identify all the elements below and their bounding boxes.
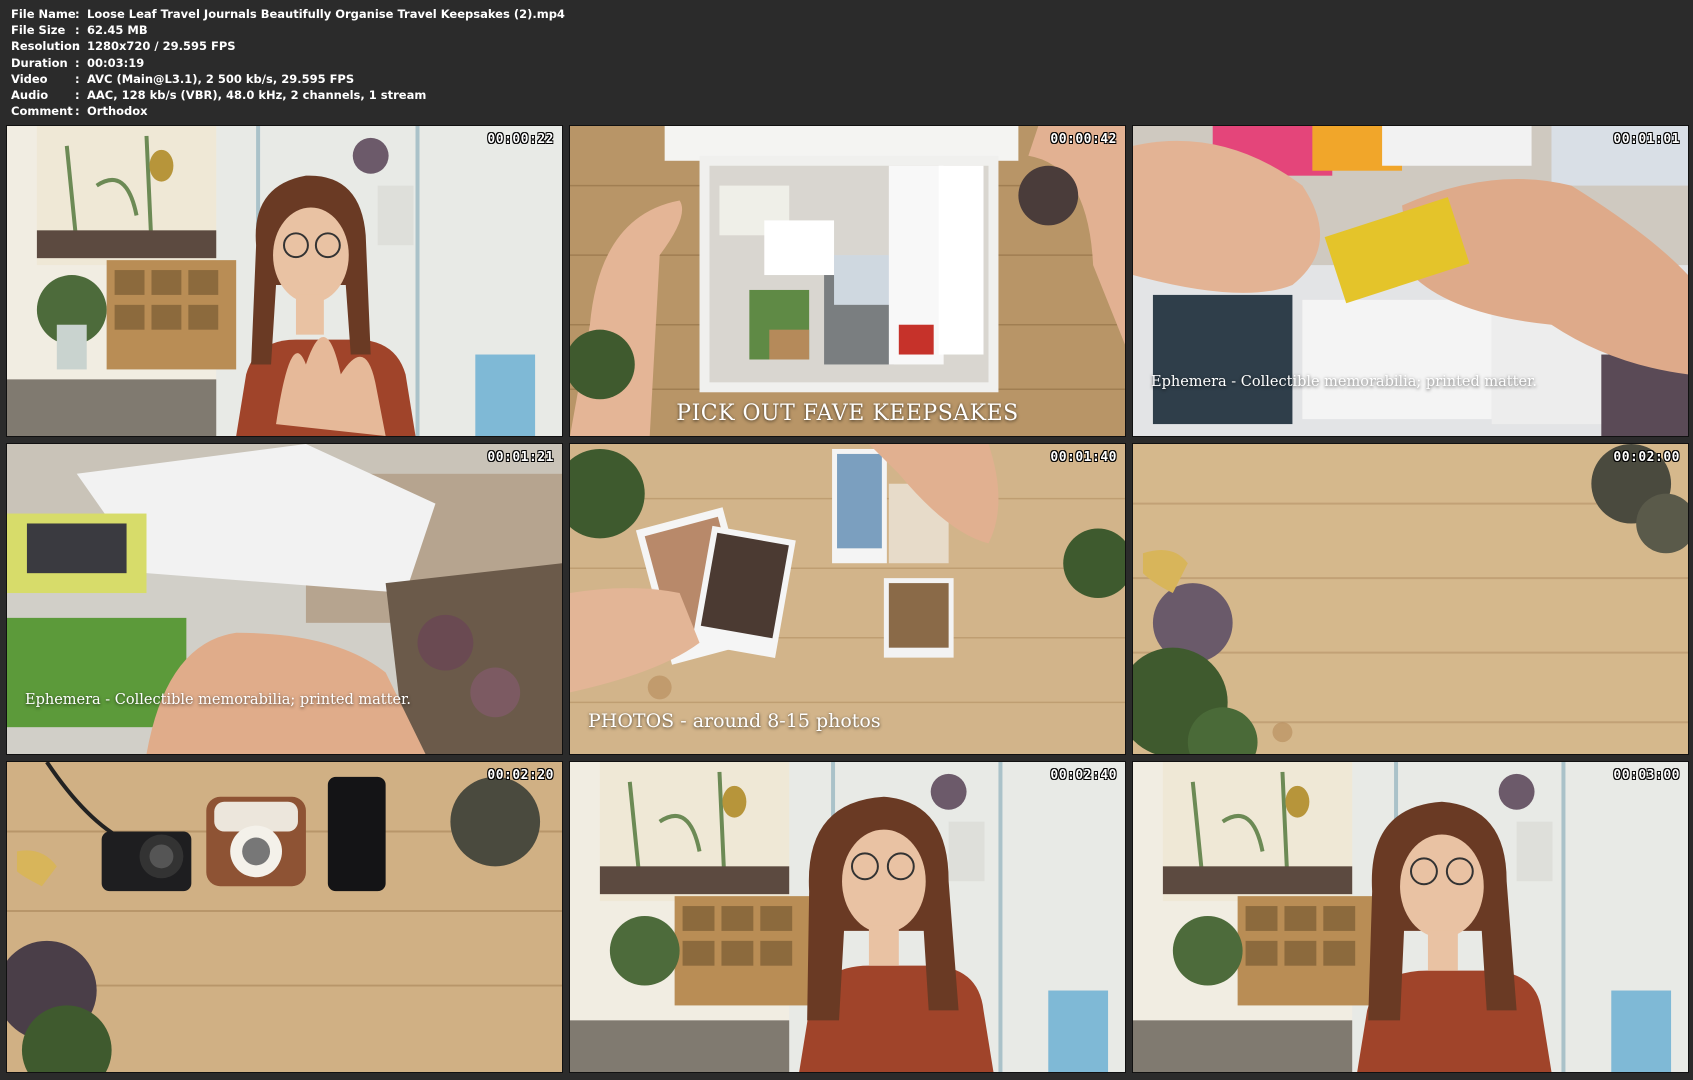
info-sep: :: [75, 88, 80, 103]
info-sep: :: [75, 71, 80, 86]
info-key: File Name: [11, 7, 76, 21]
info-row-duration: Duration : 00:03:19: [11, 55, 565, 71]
info-row-comment: Comment : Orthodox: [11, 103, 565, 119]
info-row-audio: Audio : AAC, 128 kb/s (VBR), 48.0 kHz, 2…: [11, 87, 565, 103]
timestamp: 00:02:40: [1050, 768, 1117, 783]
info-row-filesize: File Size : 62.45 MB: [11, 22, 565, 38]
info-key: Resolution: [11, 39, 81, 54]
timestamp: 00:03:00: [1613, 768, 1680, 783]
timestamp: 00:00:42: [1050, 132, 1117, 147]
info-key: Video: [11, 71, 48, 86]
video-thumbnail[interactable]: 00:00:22: [6, 125, 563, 437]
video-thumbnail[interactable]: PICK OUT FAVE KEEPSAKES 00:00:42: [569, 125, 1126, 437]
info-row-filename: File Name : Loose Leaf Travel Journals B…: [11, 6, 565, 22]
info-row-video: Video : AVC (Main@L3.1), 2 500 kb/s, 29.…: [11, 71, 565, 87]
video-caption: Ephemera - Collectible memorabilia; prin…: [25, 692, 411, 708]
video-thumbnail[interactable]: PHOTOS - around 8-15 photos 00:01:40: [569, 443, 1126, 755]
scene-photos-on-table: [570, 444, 1125, 754]
video-thumbnail[interactable]: Ephemera - Collectible memorabilia; prin…: [6, 443, 563, 755]
info-value: 00:03:19: [87, 55, 145, 70]
info-value: 62.45 MB: [87, 23, 148, 38]
scene-empty-table: [1133, 444, 1688, 754]
timestamp: 00:02:00: [1613, 450, 1680, 465]
scene-woman-talking: [570, 762, 1125, 1072]
video-caption: PICK OUT FAVE KEEPSAKES: [676, 401, 1019, 426]
scene-woman-talking: [1133, 762, 1688, 1072]
scene-woman-talking: [7, 126, 562, 436]
timestamp: 00:00:22: [487, 132, 554, 147]
video-thumbnail[interactable]: 00:02:40: [569, 761, 1126, 1073]
info-key: Comment: [11, 104, 73, 119]
scene-keepsake-box: [570, 126, 1125, 436]
info-key: File Size: [11, 23, 66, 38]
video-caption: PHOTOS - around 8-15 photos: [588, 710, 881, 732]
info-value: Loose Leaf Travel Journals Beautifully O…: [87, 7, 565, 21]
timestamp: 00:01:40: [1050, 450, 1117, 465]
info-value: 1280x720 / 29.595 FPS: [87, 39, 236, 54]
info-value: AAC, 128 kb/s (VBR), 48.0 kHz, 2 channel…: [87, 88, 427, 103]
info-value: Orthodox: [87, 104, 148, 119]
video-thumbnail[interactable]: Ephemera - Collectible memorabilia; prin…: [1132, 125, 1689, 437]
info-sep: :: [75, 104, 80, 119]
info-key: Audio: [11, 88, 49, 103]
video-thumbnail[interactable]: 00:02:00: [1132, 443, 1689, 755]
video-caption: Ephemera - Collectible memorabilia; prin…: [1151, 374, 1537, 390]
info-sep: :: [75, 23, 80, 38]
thumbnail-grid: 00:00:22 PICK OUT FAVE KEEPSAKES 00:00:4…: [6, 125, 1689, 1073]
info-sep: :: [75, 55, 80, 70]
info-key: Duration: [11, 55, 68, 70]
info-sep: :: [75, 39, 80, 54]
timestamp: 00:02:20: [487, 768, 554, 783]
scene-cameras-and-phone: [7, 762, 562, 1072]
file-info-panel: File Name : Loose Leaf Travel Journals B…: [11, 6, 565, 119]
info-value: AVC (Main@L3.1), 2 500 kb/s, 29.595 FPS: [87, 71, 355, 86]
video-thumbnail[interactable]: 00:03:00: [1132, 761, 1689, 1073]
video-thumbnail[interactable]: 00:02:20: [6, 761, 563, 1073]
info-row-resolution: Resolution : 1280x720 / 29.595 FPS: [11, 38, 565, 54]
timestamp: 00:01:21: [487, 450, 554, 465]
info-sep: :: [75, 7, 80, 21]
timestamp: 00:01:01: [1613, 132, 1680, 147]
